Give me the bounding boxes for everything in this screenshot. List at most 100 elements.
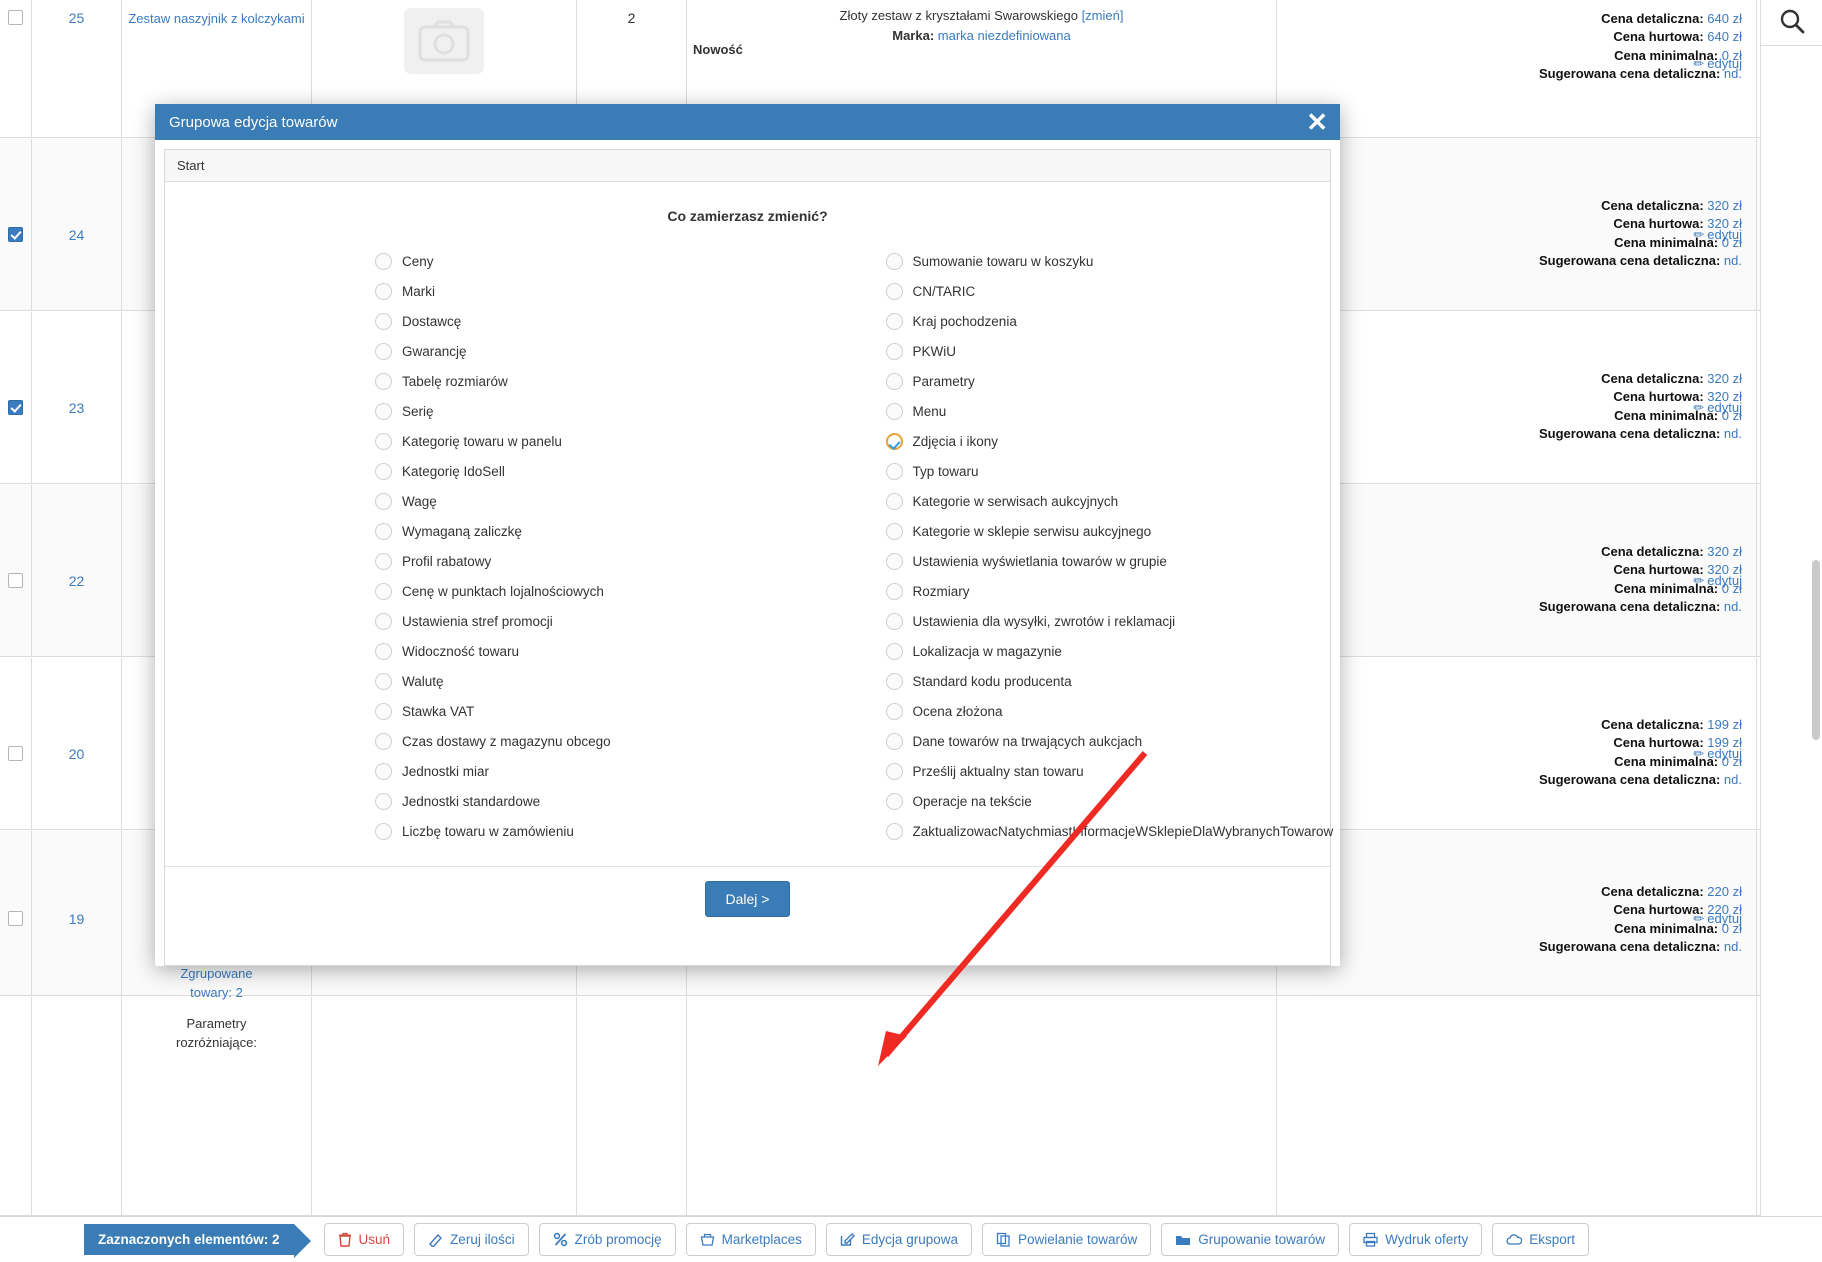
radio-icon[interactable]	[375, 762, 392, 780]
tab-start[interactable]: Start	[177, 158, 204, 173]
option-row[interactable]: Dostawcę	[375, 306, 748, 336]
toolbar-button-edycja-grupowa[interactable]: Edycja grupowa	[825, 1223, 972, 1256]
radio-icon[interactable]	[375, 252, 392, 270]
radio-icon[interactable]	[885, 582, 903, 600]
radio-icon[interactable]	[375, 402, 392, 420]
row-checkbox-cell[interactable]	[0, 312, 32, 483]
row-edit-link[interactable]: ✏ edytuj	[1693, 911, 1742, 927]
radio-icon[interactable]	[885, 402, 903, 420]
toolbar-button-usu[interactable]: Usuń	[323, 1223, 405, 1256]
option-row[interactable]: Stawka VAT	[375, 696, 748, 726]
option-row[interactable]: Kategorię towaru w panelu	[375, 426, 748, 456]
radio-icon[interactable]	[375, 462, 392, 480]
option-row[interactable]: Gwarancję	[375, 336, 748, 366]
vertical-scrollbar[interactable]	[1812, 560, 1820, 740]
option-row[interactable]: Tabelę rozmiarów	[375, 366, 748, 396]
radio-icon[interactable]	[885, 252, 903, 270]
radio-icon[interactable]	[885, 822, 903, 840]
radio-icon[interactable]	[885, 552, 903, 570]
option-row[interactable]: Serię	[375, 396, 748, 426]
row-checkbox[interactable]	[8, 573, 23, 588]
row-checkbox[interactable]	[8, 911, 23, 926]
toolbar-button-marketplaces[interactable]: Marketplaces	[685, 1223, 816, 1256]
row-checkbox-cell[interactable]	[0, 658, 32, 829]
radio-icon[interactable]	[885, 792, 903, 810]
radio-checked-icon[interactable]	[885, 432, 903, 450]
row-edit-link[interactable]: ✏ edytuj	[1693, 56, 1742, 72]
toolbar-button-eksport[interactable]: Eksport	[1492, 1223, 1590, 1256]
option-row[interactable]: Walutę	[375, 666, 748, 696]
option-row[interactable]: Ustawienia stref promocji	[375, 606, 748, 636]
radio-icon[interactable]	[375, 672, 392, 690]
option-row[interactable]: Zdjęcia i ikony	[885, 426, 1331, 456]
table-row[interactable]: Parametry rozróżniające:	[0, 997, 1760, 1216]
radio-icon[interactable]	[375, 642, 392, 660]
option-row[interactable]: PKWiU	[885, 336, 1331, 366]
option-row[interactable]: Dane towarów na trwających aukcjach	[885, 726, 1331, 756]
radio-icon[interactable]	[885, 312, 903, 330]
radio-icon[interactable]	[375, 432, 392, 450]
row-edit-link[interactable]: ✏ edytuj	[1693, 573, 1742, 589]
option-row[interactable]: Kategorie w sklepie serwisu aukcyjnego	[885, 516, 1331, 546]
option-row[interactable]: Profil rabatowy	[375, 546, 748, 576]
toolbar-button-zeruj-ilo-ci[interactable]: Zeruj ilości	[414, 1223, 529, 1256]
row-edit-link[interactable]: ✏ edytuj	[1693, 227, 1742, 243]
row-edit-link[interactable]: ✏ edytuj	[1693, 400, 1742, 416]
option-row[interactable]: Kraj pochodzenia	[885, 306, 1331, 336]
row-checkbox-cell[interactable]	[0, 0, 32, 137]
row-checkbox[interactable]	[8, 227, 23, 242]
option-row[interactable]: Kategorię IdoSell	[375, 456, 748, 486]
option-row[interactable]: CN/TARIC	[885, 276, 1331, 306]
option-row[interactable]: Ustawienia wyświetlania towarów w grupie	[885, 546, 1331, 576]
option-row[interactable]: Typ towaru	[885, 456, 1331, 486]
radio-icon[interactable]	[375, 342, 392, 360]
option-row[interactable]: Wymaganą zaliczkę	[375, 516, 748, 546]
toolbar-button-grupowanie-towar-w[interactable]: Grupowanie towarów	[1161, 1223, 1340, 1256]
radio-icon[interactable]	[375, 312, 392, 330]
radio-icon[interactable]	[375, 582, 392, 600]
option-row[interactable]: Kategorie w serwisach aukcyjnych	[885, 486, 1331, 516]
radio-icon[interactable]	[885, 492, 903, 510]
option-row[interactable]: Parametry	[885, 366, 1331, 396]
radio-icon[interactable]	[375, 792, 392, 810]
row-checkbox[interactable]	[8, 746, 23, 761]
option-row[interactable]: Ustawienia dla wysyłki, zwrotów i reklam…	[885, 606, 1331, 636]
row-checkbox-cell[interactable]	[0, 831, 32, 995]
radio-icon[interactable]	[885, 522, 903, 540]
row-checkbox[interactable]	[8, 400, 23, 415]
option-row[interactable]: Wagę	[375, 486, 748, 516]
toolbar-button-powielanie-towar-w[interactable]: Powielanie towarów	[981, 1223, 1152, 1256]
radio-icon[interactable]	[885, 462, 903, 480]
row-checkbox[interactable]	[8, 10, 23, 25]
radio-icon[interactable]	[885, 282, 903, 300]
option-row[interactable]: Czas dostawy z magazynu obcego	[375, 726, 748, 756]
option-row[interactable]: Standard kodu producenta	[885, 666, 1331, 696]
radio-icon[interactable]	[885, 372, 903, 390]
option-row[interactable]: Cenę w punktach lojalnościowych	[375, 576, 748, 606]
radio-icon[interactable]	[375, 822, 392, 840]
radio-icon[interactable]	[885, 612, 903, 630]
close-icon[interactable]: ✕	[1306, 109, 1328, 135]
radio-icon[interactable]	[375, 732, 392, 750]
option-row[interactable]: Liczbę towaru w zamówieniu	[375, 816, 748, 846]
option-row[interactable]: Ceny	[375, 246, 748, 276]
row-checkbox-cell[interactable]	[0, 485, 32, 656]
radio-icon[interactable]	[885, 642, 903, 660]
option-row[interactable]: Prześlij aktualny stan towaru	[885, 756, 1331, 786]
option-row[interactable]: Marki	[375, 276, 748, 306]
radio-icon[interactable]	[885, 342, 903, 360]
next-button[interactable]: Dalej >	[704, 881, 791, 917]
radio-icon[interactable]	[375, 282, 392, 300]
radio-icon[interactable]	[375, 552, 392, 570]
grouped-line-1[interactable]: Zgrupowane	[128, 965, 305, 984]
radio-icon[interactable]	[375, 492, 392, 510]
radio-icon[interactable]	[375, 702, 392, 720]
option-row[interactable]: Lokalizacja w magazynie	[885, 636, 1331, 666]
change-link[interactable]: [zmień]	[1082, 8, 1124, 23]
radio-icon[interactable]	[885, 672, 903, 690]
row-checkbox-cell[interactable]	[0, 139, 32, 310]
search-button[interactable]	[1760, 0, 1822, 46]
radio-icon[interactable]	[375, 372, 392, 390]
option-row[interactable]: Sumowanie towaru w koszyku	[885, 246, 1331, 276]
toolbar-button-zr-b-promocj[interactable]: Zrób promocję	[538, 1223, 676, 1256]
